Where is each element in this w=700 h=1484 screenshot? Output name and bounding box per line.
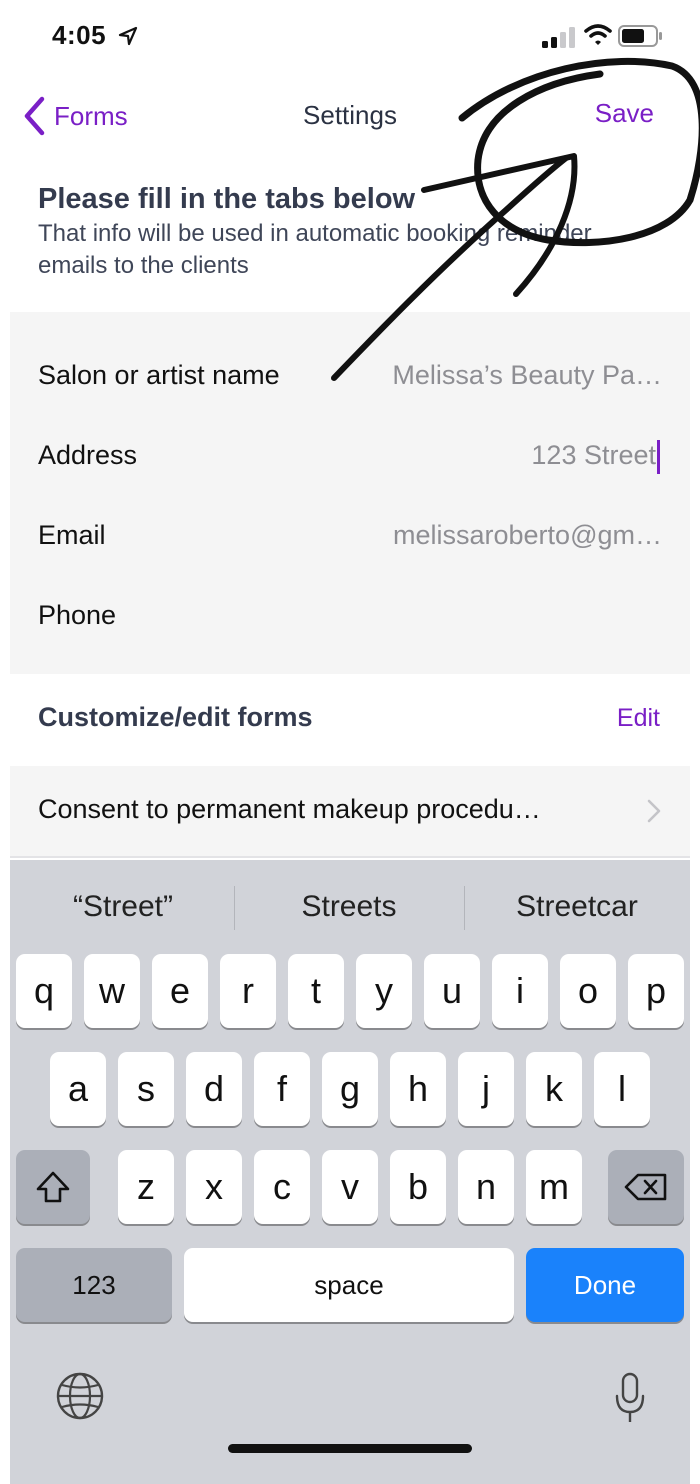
key-y[interactable]: y [356, 954, 412, 1028]
space-key[interactable]: space [184, 1248, 514, 1322]
suggestion-divider [234, 886, 235, 930]
key-j[interactable]: j [458, 1052, 514, 1126]
suggestion-1[interactable]: “Street” [10, 890, 236, 924]
key-w[interactable]: w [84, 954, 140, 1028]
key-h[interactable]: h [390, 1052, 446, 1126]
list-item[interactable]: Consent to permanent makeup procedu… [10, 766, 690, 858]
customize-title: Customize/edit forms [38, 702, 313, 732]
suggestion-2[interactable]: Streets [236, 890, 462, 924]
key-b[interactable]: b [390, 1150, 446, 1224]
info-title: Please fill in the tabs below [38, 183, 416, 215]
email-label: Email [38, 520, 106, 550]
numbers-key[interactable]: 123 [16, 1248, 172, 1322]
status-time: 4:05 [52, 20, 107, 50]
save-button[interactable]: Save [595, 98, 654, 129]
key-p[interactable]: p [628, 954, 684, 1028]
business-info-fields: Salon or artist name Melissa’s Beauty Pa… [10, 312, 690, 674]
key-n[interactable]: n [458, 1150, 514, 1224]
key-f[interactable]: f [254, 1052, 310, 1126]
field-row-address[interactable]: Address 123 Street [10, 416, 690, 496]
keyboard: “Street” Streets Streetcar q w e r t y u… [10, 860, 690, 1484]
address-field[interactable]: 123 Street [531, 440, 660, 474]
shift-icon [36, 1171, 70, 1203]
wifi-icon [584, 24, 612, 45]
field-row-salon-name[interactable]: Salon or artist name Melissa’s Beauty Pa… [10, 336, 690, 416]
battery-icon [618, 25, 662, 47]
key-d[interactable]: d [186, 1052, 242, 1126]
suggestion-3[interactable]: Streetcar [464, 890, 690, 924]
done-key[interactable]: Done [526, 1248, 684, 1322]
form-item-label: Consent to permanent makeup procedu… [38, 794, 541, 824]
phone-label: Phone [38, 600, 117, 630]
key-o[interactable]: o [560, 954, 616, 1028]
home-indicator [228, 1444, 472, 1453]
email-field[interactable]: melissaroberto@gm… [393, 520, 662, 551]
predictive-suggestions: “Street” Streets Streetcar [10, 860, 690, 952]
microphone-icon[interactable] [614, 1372, 646, 1424]
address-label: Address [38, 440, 138, 470]
salon-name-field[interactable]: Melissa’s Beauty Pa… [392, 360, 662, 391]
shift-key[interactable] [16, 1150, 90, 1224]
key-t[interactable]: t [288, 954, 344, 1028]
customize-forms-header: Customize/edit forms Edit [38, 690, 660, 750]
info-subtitle: That info will be used in automatic book… [38, 220, 592, 279]
delete-key[interactable] [608, 1150, 684, 1224]
key-r[interactable]: r [220, 954, 276, 1028]
field-row-phone[interactable]: Phone [10, 576, 690, 656]
key-q[interactable]: q [16, 954, 72, 1028]
key-m[interactable]: m [526, 1150, 582, 1224]
field-row-email[interactable]: Email melissaroberto@gm… [10, 496, 690, 576]
key-k[interactable]: k [526, 1052, 582, 1126]
key-l[interactable]: l [594, 1052, 650, 1126]
key-a[interactable]: a [50, 1052, 106, 1126]
backspace-icon [624, 1173, 667, 1201]
key-i[interactable]: i [492, 954, 548, 1028]
status-bar: 4:05 [0, 0, 700, 72]
key-x[interactable]: x [186, 1150, 242, 1224]
location-arrow-icon [118, 26, 138, 46]
key-c[interactable]: c [254, 1150, 310, 1224]
text-cursor [657, 440, 660, 474]
key-g[interactable]: g [322, 1052, 378, 1126]
key-e[interactable]: e [152, 954, 208, 1028]
signal-icon [542, 27, 575, 48]
info-header: Please fill in the tabs below That info … [38, 180, 658, 282]
address-field-value: 123 Street [531, 440, 656, 471]
chevron-right-icon [647, 799, 661, 823]
key-u[interactable]: u [424, 954, 480, 1028]
edit-forms-button[interactable]: Edit [617, 704, 660, 733]
salon-name-label: Salon or artist name [38, 360, 280, 390]
key-s[interactable]: s [118, 1052, 174, 1126]
nav-bar: Forms Settings Save [0, 80, 700, 152]
globe-icon[interactable] [54, 1370, 106, 1422]
key-v[interactable]: v [322, 1150, 378, 1224]
key-z[interactable]: z [118, 1150, 174, 1224]
